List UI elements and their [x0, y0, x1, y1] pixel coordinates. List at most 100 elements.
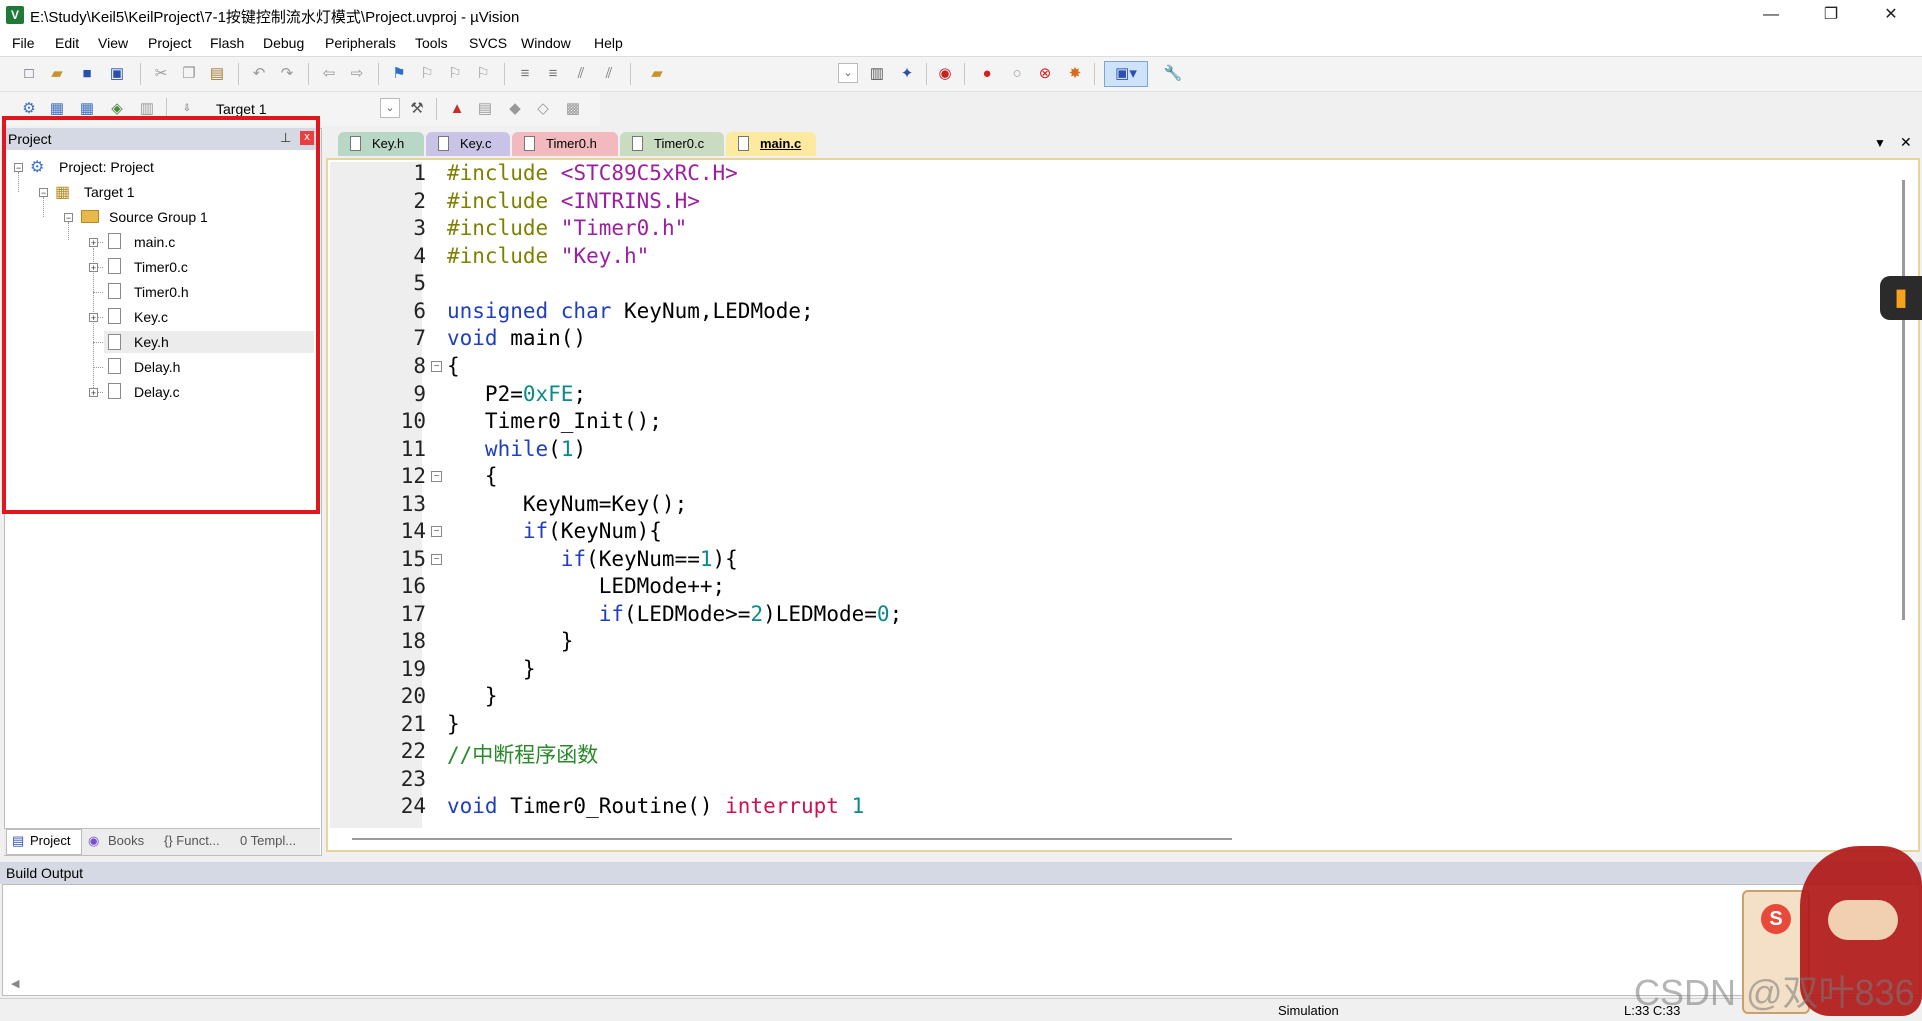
floating-assistant-icon[interactable]: ▮ — [1880, 276, 1922, 320]
menu-help[interactable]: Help — [594, 35, 623, 51]
code-line-21: } — [447, 712, 460, 736]
tab-timer0-c[interactable]: Timer0.c — [620, 132, 724, 156]
uncomment-icon[interactable]: ⫽ — [598, 63, 620, 85]
build-output-panel[interactable]: ◀ — [2, 884, 1920, 996]
select-packs-icon[interactable]: ▤ — [474, 98, 496, 120]
line-number: 24 — [400, 794, 426, 818]
tab-label: Timer0.c — [654, 136, 705, 151]
mascot-face — [1828, 900, 1898, 940]
menu-file[interactable]: File — [12, 35, 35, 51]
configure-icon[interactable]: 🔧 — [1162, 63, 1184, 85]
menu-peripherals[interactable]: Peripherals — [325, 35, 396, 51]
window-layout-icon[interactable]: ▣▾ — [1104, 61, 1148, 87]
tab-books[interactable]: Books — [108, 833, 144, 848]
vertical-scrollbar[interactable] — [1902, 180, 1905, 620]
code-line-12: { — [447, 464, 498, 488]
file-tab-icon — [438, 136, 449, 151]
tab-key-c[interactable]: Key.c — [426, 132, 510, 156]
find-dropdown-icon[interactable]: ⌄ — [838, 63, 858, 83]
title-bar: V E:\Study\Keil5\KeilProject\7-1按键控制流水灯模… — [0, 0, 1922, 30]
comment-icon[interactable]: ⫽ — [570, 63, 592, 85]
prev-bookmark-icon[interactable]: ⚐ — [416, 63, 438, 85]
find-icon[interactable]: ▥ — [866, 63, 888, 85]
menu-tools[interactable]: Tools — [415, 35, 448, 51]
code-line-16: LEDMode++; — [447, 574, 726, 598]
save-all-icon[interactable]: ▣ — [106, 63, 128, 85]
navigate-forward-icon[interactable]: ⇨ — [346, 63, 368, 85]
code-line-6: unsigned char KeyNum,LEDMode; — [447, 299, 814, 323]
fold-marker-icon[interactable]: − — [431, 361, 442, 372]
target-options-icon[interactable]: ⚒ — [406, 98, 428, 120]
indent-icon[interactable]: ≡ — [514, 63, 536, 85]
tab-timer0-h[interactable]: Timer0.h — [512, 132, 618, 156]
menu-flash[interactable]: Flash — [210, 35, 244, 51]
tab-list-dropdown-icon[interactable]: ▼ — [1874, 136, 1886, 150]
restore-button[interactable]: ❐ — [1802, 0, 1860, 30]
build-output-title: Build Output — [6, 865, 84, 881]
file-tab-icon — [738, 136, 749, 151]
file-tab-icon — [632, 136, 643, 151]
redo-icon[interactable]: ↷ — [276, 63, 298, 85]
line-number: 7 — [413, 326, 426, 350]
incremental-find-icon[interactable]: ✦ — [896, 63, 918, 85]
file-tab-icon — [524, 136, 535, 151]
fold-marker-icon[interactable]: − — [431, 554, 442, 565]
paste-icon[interactable]: ▤ — [206, 63, 228, 85]
find-in-files-icon[interactable]: ▰ — [646, 63, 668, 85]
target-dropdown-icon[interactable]: ⌄ — [380, 98, 400, 118]
code-line-13: KeyNum=Key(); — [447, 492, 688, 516]
tab-templates[interactable]: 0 Templ... — [240, 833, 296, 848]
unindent-icon[interactable]: ≡ — [542, 63, 564, 85]
tab-key-h[interactable]: Key.h — [338, 132, 424, 156]
open-file-icon[interactable]: ▰ — [46, 63, 68, 85]
next-bookmark-icon[interactable]: ⚐ — [444, 63, 466, 85]
close-window-button[interactable]: ✕ — [1862, 0, 1920, 30]
pack-installer-icon[interactable]: ◇ — [532, 98, 554, 120]
line-number: 11 — [400, 437, 426, 461]
line-number: 12 — [400, 464, 426, 488]
sogou-icon: S — [1761, 904, 1791, 934]
tab-functions[interactable]: {} Funct... — [164, 833, 220, 848]
menu-project[interactable]: Project — [148, 35, 192, 51]
event-recorder-icon[interactable]: ▩ — [562, 98, 584, 120]
minimize-button[interactable]: — — [1742, 0, 1800, 30]
line-number: 8 — [413, 354, 426, 378]
enable-breakpoint-icon[interactable]: ○ — [1006, 63, 1028, 85]
copy-icon[interactable]: ❐ — [178, 63, 200, 85]
horizontal-scrollbar[interactable] — [352, 838, 1232, 840]
kill-breakpoints-icon[interactable]: ✸ — [1064, 63, 1086, 85]
csdn-watermark: CSDN @双叶836 — [1634, 972, 1915, 1013]
clear-bookmarks-icon[interactable]: ⚐ — [472, 63, 494, 85]
insert-breakpoint-icon[interactable]: ● — [976, 63, 998, 85]
debug-session-icon[interactable]: ◉ — [934, 63, 956, 85]
tab-project[interactable]: Project — [30, 833, 70, 848]
tab-main-c[interactable]: main.c — [726, 132, 816, 156]
menu-window[interactable]: Window — [521, 35, 571, 51]
close-tab-icon[interactable]: ✕ — [1900, 134, 1912, 151]
new-file-icon[interactable]: □ — [18, 63, 40, 85]
line-number: 3 — [413, 216, 426, 240]
fold-marker-icon[interactable]: − — [431, 526, 442, 537]
tab-label: Key.c — [460, 136, 492, 151]
menu-view[interactable]: View — [98, 35, 128, 51]
disable-breakpoints-icon[interactable]: ⊗ — [1034, 63, 1056, 85]
code-line-20: } — [447, 684, 498, 708]
manage-rte-icon[interactable]: ◆ — [504, 98, 526, 120]
navigate-back-icon[interactable]: ⇦ — [318, 63, 340, 85]
line-number: 4 — [413, 244, 426, 268]
bookmark-icon[interactable]: ⚑ — [388, 63, 410, 85]
line-number: 15 — [400, 547, 426, 571]
save-icon[interactable]: ■ — [76, 63, 98, 85]
line-number: 19 — [400, 657, 426, 681]
code-line-7: void main() — [447, 326, 587, 350]
manage-components-icon[interactable]: ▲ — [446, 98, 468, 120]
line-number: 6 — [413, 299, 426, 323]
undo-icon[interactable]: ↶ — [248, 63, 270, 85]
fold-marker-icon[interactable]: − — [431, 471, 442, 482]
menu-debug[interactable]: Debug — [263, 35, 304, 51]
scroll-left-icon[interactable]: ◀ — [11, 977, 19, 990]
menu-edit[interactable]: Edit — [55, 35, 79, 51]
menu-svcs[interactable]: SVCS — [469, 35, 507, 51]
cut-icon[interactable]: ✂ — [150, 63, 172, 85]
target-select[interactable]: Target 1 — [216, 101, 400, 117]
